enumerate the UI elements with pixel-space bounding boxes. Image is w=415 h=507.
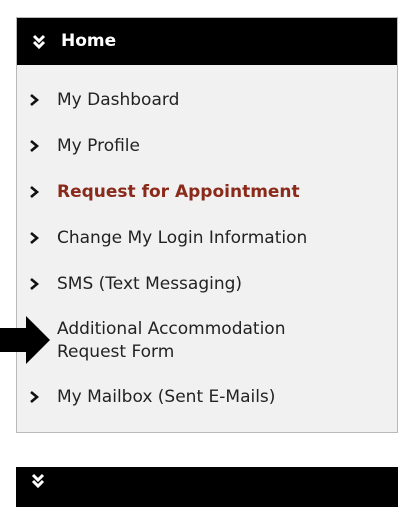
menu-item-label: Change My Login Information [57, 228, 308, 248]
menu-item-request-for-appointment[interactable]: Request for Appointment [17, 181, 397, 204]
menu-item-my-dashboard[interactable]: My Dashboard [17, 89, 397, 112]
double-chevron-down-icon [31, 473, 47, 489]
home-menu-panel: Home My Dashboard My Profile Request for… [16, 17, 398, 433]
pointer-arrow-icon [0, 316, 50, 364]
chevron-right-icon [29, 230, 41, 248]
menu-item-label: My Profile [57, 136, 140, 156]
menu-item-my-profile[interactable]: My Profile [17, 135, 397, 158]
chevron-right-icon [29, 389, 41, 407]
menu-item-label: My Mailbox (Sent E-Mails) [57, 387, 276, 407]
chevron-right-icon [29, 92, 41, 110]
section-title: Home [61, 31, 117, 51]
menu-item-change-login-information[interactable]: Change My Login Information [17, 227, 397, 250]
menu-item-label: My Dashboard [57, 90, 180, 110]
chevron-right-icon [29, 276, 41, 294]
menu-item-additional-accommodation-request-form[interactable]: Additional Accommodation Request Form [17, 318, 397, 364]
double-chevron-down-icon [32, 34, 48, 50]
home-section-header[interactable]: Home [17, 18, 397, 65]
menu-item-my-mailbox-sent-emails[interactable]: My Mailbox (Sent E-Mails) [17, 386, 397, 409]
chevron-right-icon [29, 138, 41, 156]
next-section-header[interactable] [16, 467, 398, 507]
menu-item-sms-text-messaging[interactable]: SMS (Text Messaging) [17, 273, 397, 296]
menu-item-label: Additional Accommodation Request Form [57, 319, 286, 362]
menu-item-label: SMS (Text Messaging) [57, 274, 243, 294]
menu-item-label-active: Request for Appointment [57, 182, 300, 202]
chevron-right-icon [29, 184, 41, 202]
